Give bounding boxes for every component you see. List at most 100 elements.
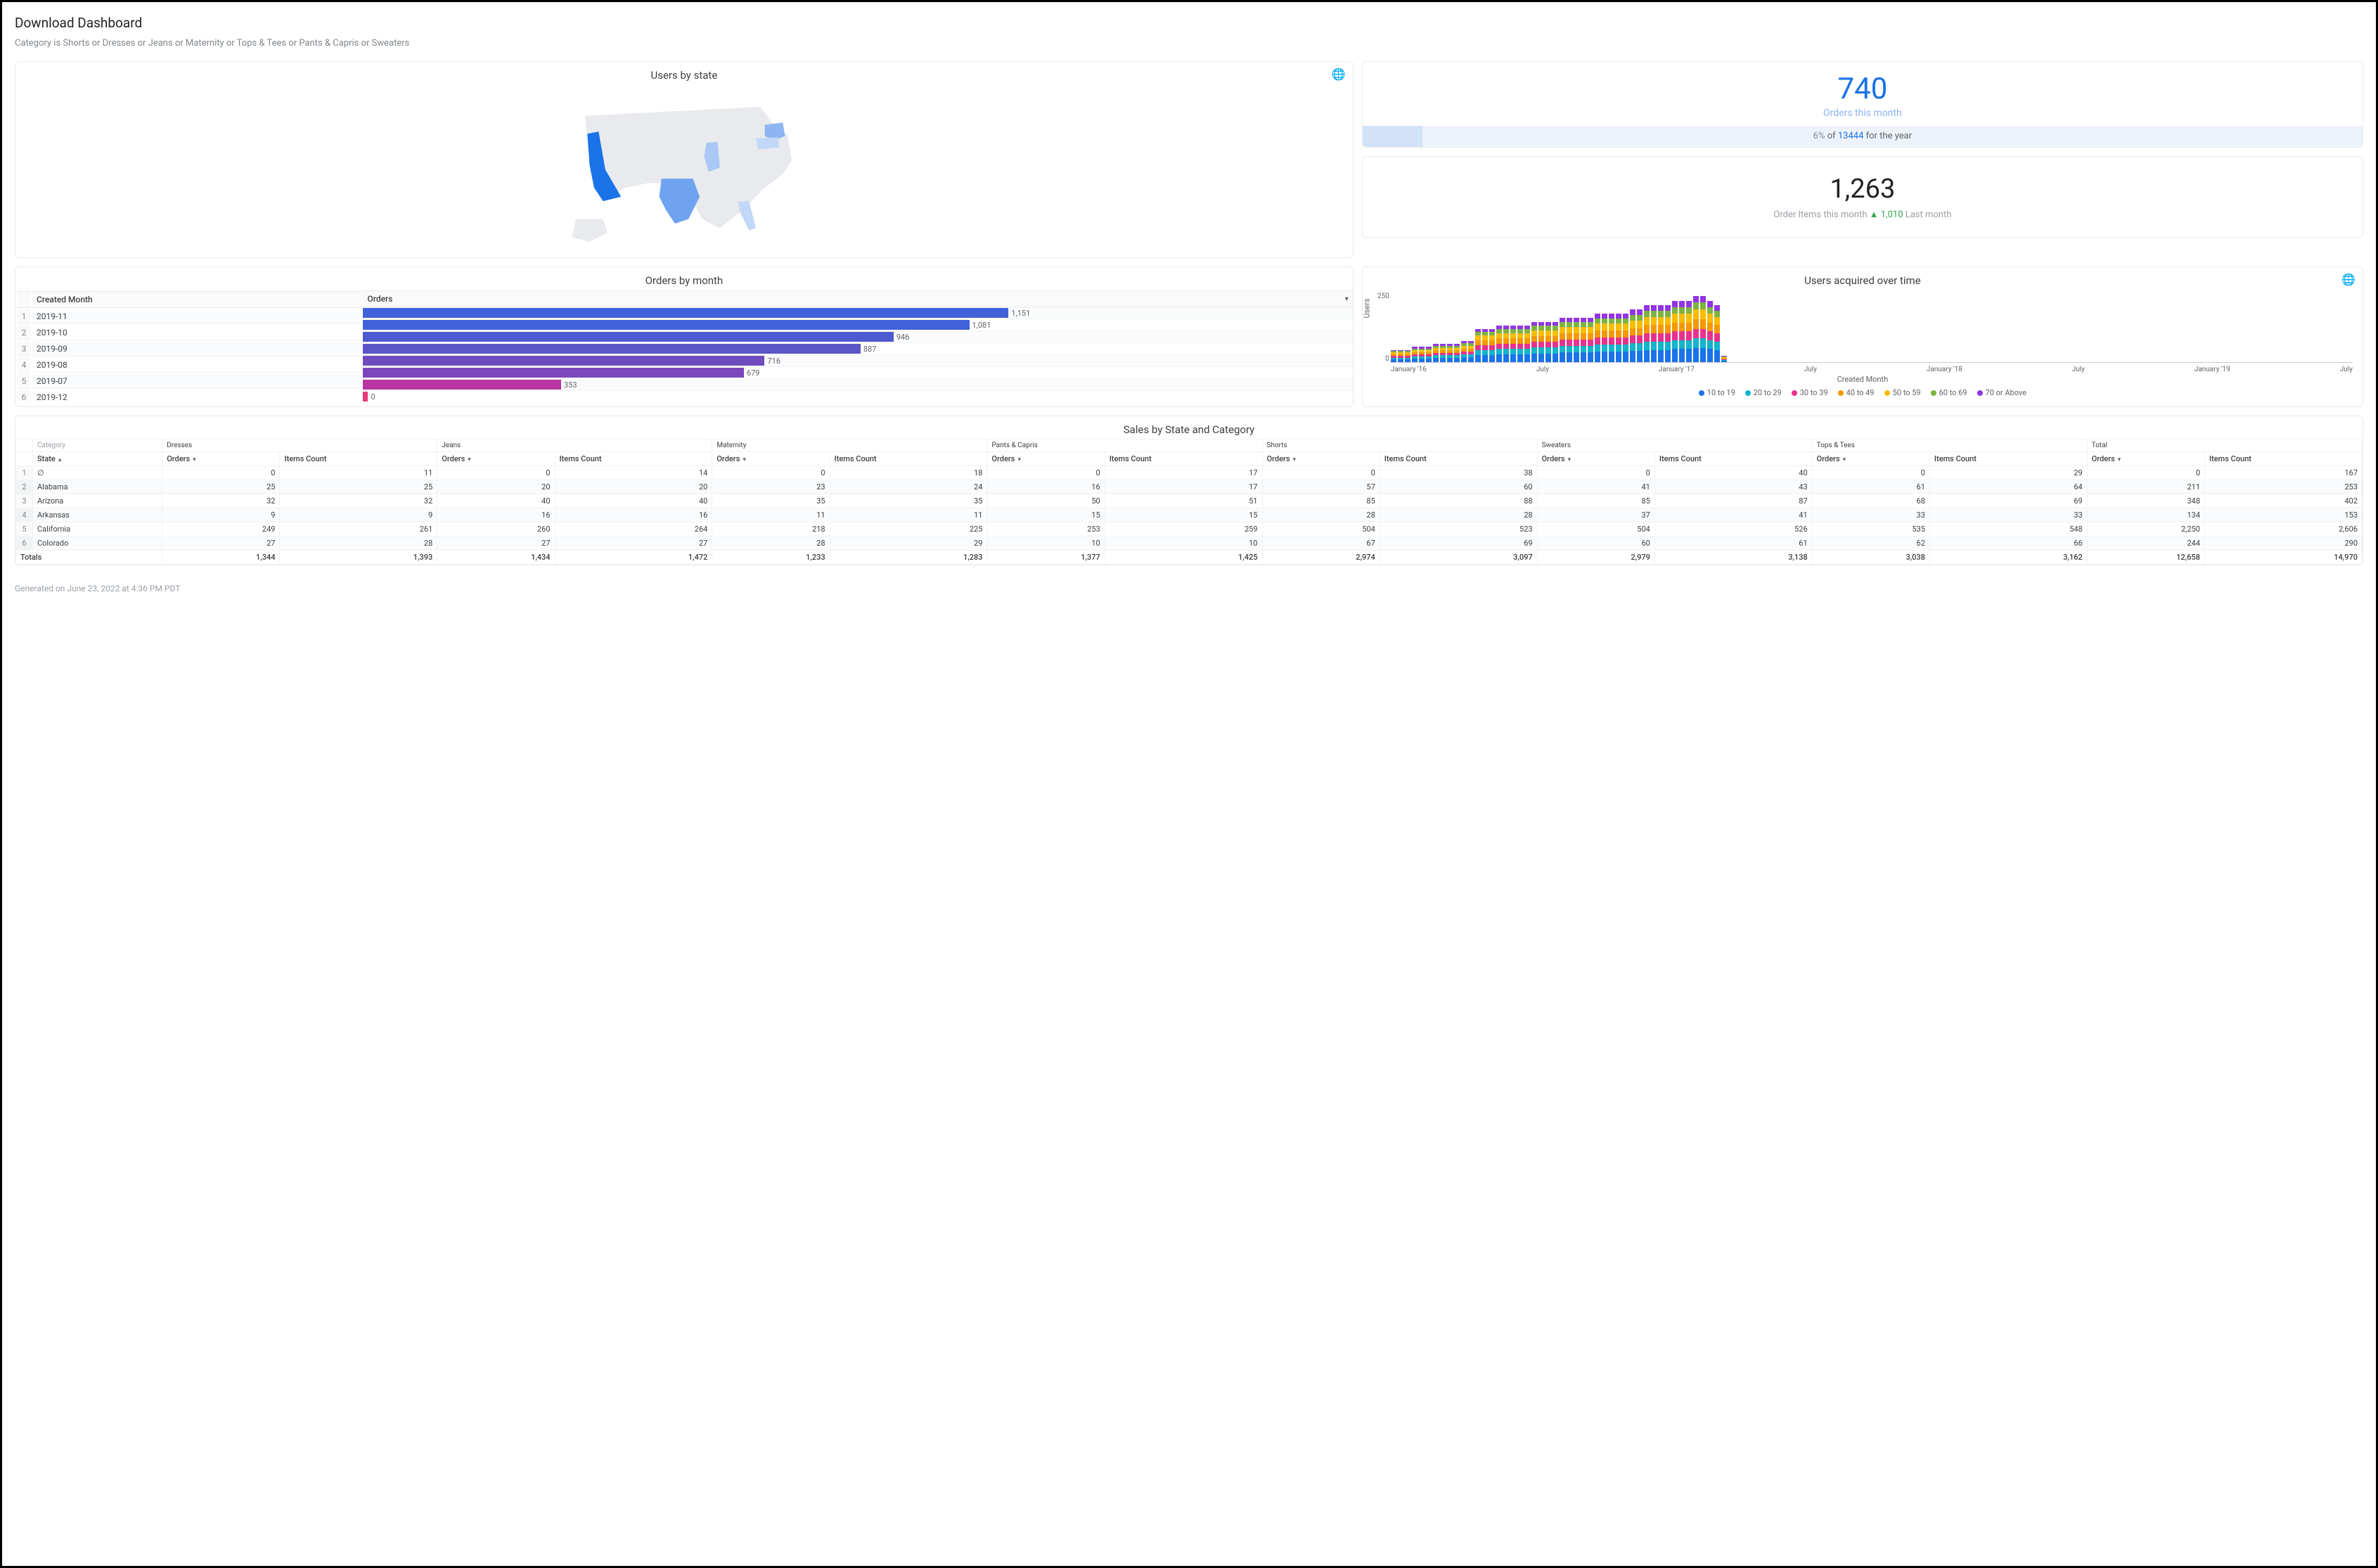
col-items-count[interactable]: Items Count	[830, 452, 987, 466]
stacked-bar[interactable]	[1693, 296, 1699, 363]
col-items-count[interactable]: Items Count	[555, 452, 712, 466]
stacked-bar[interactable]	[1714, 305, 1720, 362]
table-row[interactable]: 5California24926126026421822525325950452…	[16, 522, 2363, 536]
stacked-bar[interactable]	[1602, 314, 1607, 363]
table-row[interactable]: 3Arizona32324040353550518588858768693484…	[16, 494, 2363, 508]
bar-row[interactable]: 353	[363, 379, 1352, 391]
table-row[interactable]: 12019-11	[17, 309, 361, 324]
table-row[interactable]: 2Alabama25252020232416175760414361642112…	[16, 480, 2363, 494]
stacked-bar[interactable]	[1686, 301, 1692, 362]
stacked-bar[interactable]	[1581, 318, 1586, 362]
stacked-bar[interactable]	[1517, 326, 1523, 362]
stacked-bar[interactable]	[1405, 350, 1410, 363]
col-orders[interactable]: Orders▾	[987, 452, 1105, 466]
bar-row[interactable]: 0	[363, 391, 1352, 402]
stacked-bar[interactable]	[1700, 296, 1706, 363]
stacked-bar[interactable]	[1609, 314, 1614, 363]
bar-row[interactable]: 679	[363, 367, 1352, 379]
legend-item[interactable]: 60 to 69	[1931, 388, 1967, 397]
stacked-bar[interactable]	[1468, 341, 1474, 362]
stacked-bar[interactable]	[1538, 322, 1544, 363]
col-orders[interactable]: Orders	[367, 294, 392, 304]
stacked-bar[interactable]	[1658, 305, 1664, 362]
col-orders[interactable]: Orders▾	[1537, 452, 1654, 466]
stacked-bar[interactable]	[1524, 326, 1530, 362]
bar-row[interactable]: 1,151	[363, 307, 1352, 319]
col-items-count[interactable]: Items Count	[1105, 452, 1262, 466]
legend-item[interactable]: 20 to 29	[1745, 388, 1782, 397]
col-orders[interactable]: Orders▾	[1812, 452, 1929, 466]
table-row[interactable]: 32019-09	[17, 342, 361, 356]
legend-item[interactable]: 50 to 59	[1884, 388, 1921, 397]
col-orders[interactable]: Orders▾	[2087, 452, 2204, 466]
stacked-bar[interactable]	[1665, 305, 1671, 362]
legend-item[interactable]: 40 to 49	[1838, 388, 1875, 397]
bar-row[interactable]: 1,081	[363, 319, 1352, 331]
stacked-bar[interactable]	[1545, 322, 1551, 363]
stacked-bar[interactable]	[1391, 350, 1396, 363]
stacked-bar[interactable]	[1595, 314, 1600, 363]
stacked-bar[interactable]	[1475, 329, 1481, 363]
stacked-bar[interactable]	[1454, 344, 1460, 362]
col-orders[interactable]: Orders▾	[162, 452, 280, 466]
legend-item[interactable]: 10 to 19	[1699, 388, 1735, 397]
table-row[interactable]: 6Colorado2728272728291010676960616266244…	[16, 536, 2363, 551]
stacked-bar[interactable]	[1510, 326, 1516, 362]
table-row[interactable]: 22019-10	[17, 326, 361, 340]
stacked-bar[interactable]	[1412, 347, 1418, 362]
bar-row[interactable]: 887	[363, 343, 1352, 355]
stacked-bar[interactable]	[1588, 318, 1593, 362]
table-row[interactable]: 1∅0110140180170380400290167	[16, 466, 2363, 480]
stacked-bar[interactable]	[1461, 341, 1467, 362]
bar-row[interactable]: 716	[363, 355, 1352, 367]
stacked-bar[interactable]	[1637, 309, 1643, 362]
stacked-bar[interactable]	[1567, 318, 1572, 362]
stacked-bar[interactable]	[1489, 329, 1495, 363]
legend-item[interactable]: 30 to 39	[1792, 388, 1828, 397]
col-state[interactable]: State▴	[33, 452, 162, 466]
users-acquired-chart[interactable]: Users 250 0	[1391, 293, 2353, 363]
legend-item[interactable]: 70 or Above	[1977, 388, 2026, 397]
col-orders[interactable]: Orders▾	[712, 452, 830, 466]
col-items-count[interactable]: Items Count	[2205, 452, 2363, 466]
stacked-bar[interactable]	[1426, 347, 1432, 362]
stacked-bar[interactable]	[1531, 322, 1537, 363]
us-map[interactable]	[149, 84, 1219, 246]
table-row[interactable]: 4Arkansas9916161111151528283741333313415…	[16, 508, 2363, 522]
stacked-bar[interactable]	[1574, 318, 1579, 362]
stacked-bar[interactable]	[1560, 318, 1565, 362]
stacked-bar[interactable]	[1672, 301, 1678, 362]
stacked-bar[interactable]	[1398, 350, 1403, 363]
chevron-down-icon[interactable]: ▾	[1345, 295, 1349, 303]
stacked-bar[interactable]	[1482, 329, 1488, 363]
col-orders[interactable]: Orders▾	[437, 452, 555, 466]
stacked-bar[interactable]	[1679, 301, 1685, 362]
stacked-bar[interactable]	[1447, 344, 1453, 362]
tile-orders-by-month: Orders by month Created Month 12019-1122…	[15, 266, 1354, 407]
stacked-bar[interactable]	[1496, 326, 1502, 362]
col-items-count[interactable]: Items Count	[1929, 452, 2087, 466]
table-row[interactable]: 42019-08	[17, 358, 361, 373]
stacked-bar[interactable]	[1721, 356, 1727, 362]
stacked-bar[interactable]	[1644, 305, 1650, 362]
col-items-count[interactable]: Items Count	[280, 452, 437, 466]
stacked-bar[interactable]	[1630, 309, 1635, 362]
table-row[interactable]: 52019-07	[17, 374, 361, 389]
col-orders[interactable]: Orders▾	[1262, 452, 1380, 466]
stacked-bar[interactable]	[1623, 314, 1628, 363]
stacked-bar[interactable]	[1503, 326, 1509, 362]
stacked-bar[interactable]	[1433, 344, 1439, 362]
table-row[interactable]: 62019-12	[17, 390, 361, 402]
stacked-bar[interactable]	[1553, 322, 1558, 363]
bar-row[interactable]: 946	[363, 331, 1352, 343]
col-created-month[interactable]: Created Month	[32, 291, 361, 308]
stacked-bar[interactable]	[1651, 305, 1657, 362]
stacked-bar[interactable]	[1616, 314, 1621, 363]
stacked-bar[interactable]	[1419, 347, 1425, 362]
col-items-count[interactable]: Items Count	[1654, 452, 1812, 466]
col-items-count[interactable]: Items Count	[1380, 452, 1537, 466]
sales-title: Sales by State and Category	[15, 416, 2363, 439]
stacked-bar[interactable]	[1707, 301, 1713, 362]
sales-table[interactable]: CategoryDressesJeansMaternityPants & Cap…	[15, 439, 2363, 565]
stacked-bar[interactable]	[1440, 344, 1446, 362]
